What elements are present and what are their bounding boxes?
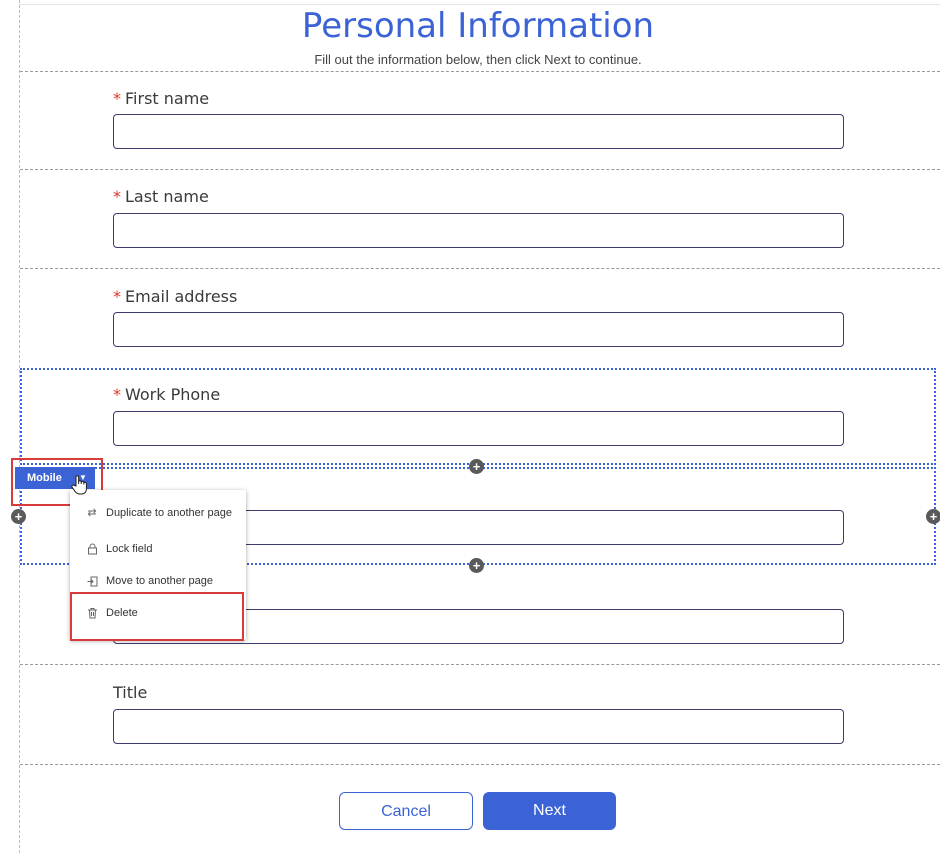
add-field-plus-icon[interactable]: + xyxy=(926,509,940,524)
work-phone-input[interactable] xyxy=(113,411,844,446)
required-marker: * xyxy=(113,89,121,108)
last-name-label: * Last name xyxy=(113,187,209,206)
add-field-plus-icon[interactable]: + xyxy=(469,459,484,474)
section-divider xyxy=(20,71,940,72)
add-field-plus-icon[interactable]: + xyxy=(469,558,484,573)
required-marker: * xyxy=(113,385,121,404)
duplicate-icon: ⇄ xyxy=(87,507,97,519)
highlight-box xyxy=(70,592,244,641)
next-button[interactable]: Next xyxy=(483,792,616,830)
first-name-input[interactable] xyxy=(113,114,844,149)
required-marker: * xyxy=(113,187,121,206)
cancel-button[interactable]: Cancel xyxy=(339,792,473,830)
title-label: Title xyxy=(113,683,148,702)
section-divider xyxy=(20,764,940,765)
email-input[interactable] xyxy=(113,312,844,347)
menu-item-move[interactable]: Move to another page xyxy=(70,569,246,593)
lock-icon xyxy=(85,537,99,561)
menu-item-duplicate[interactable]: ⇄ Duplicate to another page xyxy=(70,501,246,525)
section-divider xyxy=(20,169,940,170)
email-label: * Email address xyxy=(113,287,238,306)
canvas-top-border xyxy=(19,4,940,5)
page-subtitle: Fill out the information below, then cli… xyxy=(314,52,642,67)
menu-item-lock[interactable]: Lock field xyxy=(70,537,246,561)
title-input[interactable] xyxy=(113,709,844,744)
section-divider xyxy=(20,268,940,269)
page-title: Personal Information xyxy=(301,6,655,46)
work-phone-label: * Work Phone xyxy=(113,385,221,404)
add-field-plus-icon[interactable]: + xyxy=(11,509,26,524)
move-icon xyxy=(85,569,99,593)
last-name-input[interactable] xyxy=(113,213,844,248)
section-divider xyxy=(20,664,940,665)
required-marker: * xyxy=(113,287,121,306)
hand-cursor-icon xyxy=(71,475,87,495)
first-name-label: * First name xyxy=(113,89,210,108)
